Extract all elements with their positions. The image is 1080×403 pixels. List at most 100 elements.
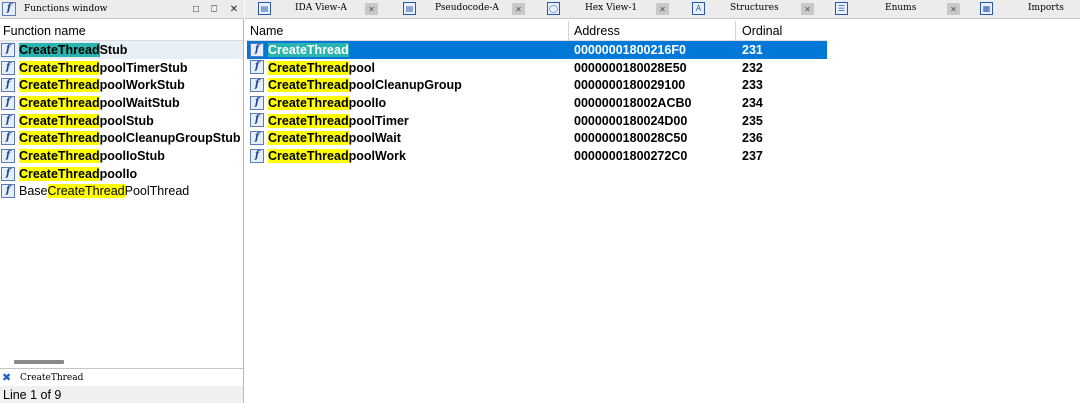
export-ordinal: 237 (742, 149, 763, 164)
function-list-item[interactable]: f CreateThread Stub (0, 41, 243, 59)
maximize-icon[interactable]: □ (189, 2, 203, 16)
function-icon: f (250, 60, 264, 75)
function-icon: f (250, 95, 264, 110)
filter-text: CreateThread (20, 372, 84, 383)
functions-window-title: Functions window (24, 4, 108, 14)
tab-close-icon[interactable]: ✕ (512, 3, 525, 15)
function-icon: f (1, 131, 15, 146)
function-name-suffix: poolIo (99, 166, 138, 181)
tab-enums[interactable]: ☰ Enums ✕ (827, 0, 971, 19)
function-name-suffix: poolWorkStub (99, 78, 185, 93)
ida-view-icon: ▤ (258, 2, 271, 15)
tab-bar: ▤ IDA View-A ✕ ▤ Pseudocode-A ✕ ◯ Hex Vi… (245, 0, 1080, 19)
function-name-prefix: Base (19, 184, 48, 199)
export-name-match: CreateThread (268, 149, 349, 164)
export-name-suffix: poolWait (348, 131, 401, 146)
table-row[interactable]: f CreateThreadpoolWait 0000000180028C50 … (247, 129, 827, 147)
export-name-match: CreateThread (268, 131, 349, 146)
function-icon: f (250, 42, 264, 57)
function-list-item[interactable]: f Base CreateThread PoolThread (0, 183, 243, 201)
tab-hex-view-1[interactable]: ◯ Hex View-1 ✕ (540, 0, 684, 19)
export-address: 0000000180029100 (574, 78, 686, 93)
function-name-match: CreateThread (47, 184, 125, 199)
function-name-suffix: poolTimerStub (99, 60, 188, 75)
tab-close-icon[interactable]: ✕ (365, 3, 378, 15)
tab-imports[interactable]: ▦ Imports (971, 0, 1080, 19)
function-list-item[interactable]: f CreateThread poolStub (0, 112, 243, 130)
close-icon[interactable]: ✕ (227, 2, 241, 16)
function-icon: f (1, 148, 15, 163)
export-address: 0000000180024D00 (574, 113, 688, 128)
function-list-item[interactable]: f CreateThread poolWorkStub (0, 76, 243, 94)
export-address: 0000000180028C50 (574, 131, 688, 146)
hex-view-icon: ◯ (547, 2, 560, 15)
export-name-suffix: pool (348, 60, 375, 75)
tab-close-icon[interactable]: ✕ (947, 3, 960, 15)
export-name-match: CreateThread (268, 96, 349, 111)
function-name-match: CreateThread (19, 42, 100, 57)
column-header-address[interactable]: Address (574, 24, 620, 38)
function-list-item[interactable]: f CreateThread poolWaitStub (0, 94, 243, 112)
export-ordinal: 236 (742, 131, 763, 146)
restore-icon[interactable]: ⎕ (207, 2, 221, 16)
function-name-match: CreateThread (19, 148, 100, 163)
function-icon: f (250, 148, 264, 163)
function-list-item[interactable]: f CreateThread poolIoStub (0, 147, 243, 165)
tab-pseudocode-a[interactable]: ▤ Pseudocode-A ✕ (392, 0, 540, 19)
tab-ida-view-a[interactable]: ▤ IDA View-A ✕ (245, 0, 392, 19)
horizontal-scrollbar-thumb[interactable] (14, 360, 64, 364)
export-name-suffix: poolCleanupGroup (348, 78, 462, 93)
function-icon: f (1, 166, 15, 181)
column-separator[interactable] (735, 21, 736, 41)
table-row[interactable]: f CreateThreadpoolTimer 0000000180024D00… (247, 112, 827, 130)
function-name-column-header[interactable]: Function name (0, 21, 243, 41)
export-name-match: CreateThread (268, 78, 349, 93)
pseudocode-icon: ▤ (403, 2, 416, 15)
export-name-match: CreateThread (268, 60, 349, 75)
table-row[interactable]: f CreateThreadpoolWork 00000001800272C0 … (247, 147, 827, 165)
exports-table: Name Address Ordinal f CreateThread 0000… (247, 21, 827, 165)
tab-label: IDA View-A (295, 3, 347, 13)
function-name-suffix: poolCleanupGroupStub (99, 131, 241, 146)
imports-icon: ▦ (980, 2, 993, 15)
function-icon: f (1, 42, 15, 57)
function-icon: f (2, 2, 16, 16)
table-row[interactable]: f CreateThreadpoolCleanupGroup 000000018… (247, 76, 827, 94)
export-address: 00000001800272C0 (574, 149, 688, 164)
tab-label: Enums (885, 3, 917, 13)
function-name-match: CreateThread (19, 131, 100, 146)
clear-filter-icon[interactable]: ✖ (2, 371, 14, 384)
function-list: f CreateThread Stub f CreateThread poolTim… (0, 41, 243, 200)
table-row[interactable]: f CreateThread 00000001800216F0 231 (247, 41, 827, 59)
table-row[interactable]: f CreateThreadpool 0000000180028E50 232 (247, 59, 827, 77)
column-header-name[interactable]: Name (250, 24, 283, 38)
function-list-item[interactable]: f CreateThread poolIo (0, 165, 243, 183)
column-separator[interactable] (568, 21, 569, 41)
function-list-item[interactable]: f CreateThread poolCleanupGroupStub (0, 129, 243, 147)
function-name-match: CreateThread (19, 113, 100, 128)
tab-structures[interactable]: A Structures ✕ (684, 0, 827, 19)
quick-filter-bar[interactable]: ✖ CreateThread (0, 370, 243, 385)
function-icon: f (1, 95, 15, 110)
export-ordinal: 233 (742, 78, 763, 93)
table-row[interactable]: f CreateThreadpoolIo 000000018002ACB0 23… (247, 94, 827, 112)
function-list-item[interactable]: f CreateThread poolTimerStub (0, 59, 243, 77)
function-icon: f (250, 130, 264, 145)
export-ordinal: 232 (742, 60, 763, 75)
tab-close-icon[interactable]: ✕ (801, 3, 814, 15)
function-icon: f (1, 113, 15, 128)
function-name-suffix: Stub (99, 42, 128, 57)
function-name-match: CreateThread (19, 95, 100, 110)
function-icon: f (1, 78, 15, 93)
function-icon: f (250, 77, 264, 92)
function-name-suffix: poolWaitStub (99, 95, 180, 110)
functions-window: f Functions window □ ⎕ ✕ Function name f… (0, 0, 244, 403)
function-name-suffix: poolStub (99, 113, 154, 128)
tab-close-icon[interactable]: ✕ (656, 3, 669, 15)
function-name-suffix: poolIoStub (99, 148, 165, 163)
export-ordinal: 234 (742, 96, 763, 111)
function-icon: f (1, 184, 15, 199)
function-icon: f (250, 113, 264, 128)
tab-label: Structures (730, 3, 779, 13)
column-header-ordinal[interactable]: Ordinal (742, 24, 782, 38)
